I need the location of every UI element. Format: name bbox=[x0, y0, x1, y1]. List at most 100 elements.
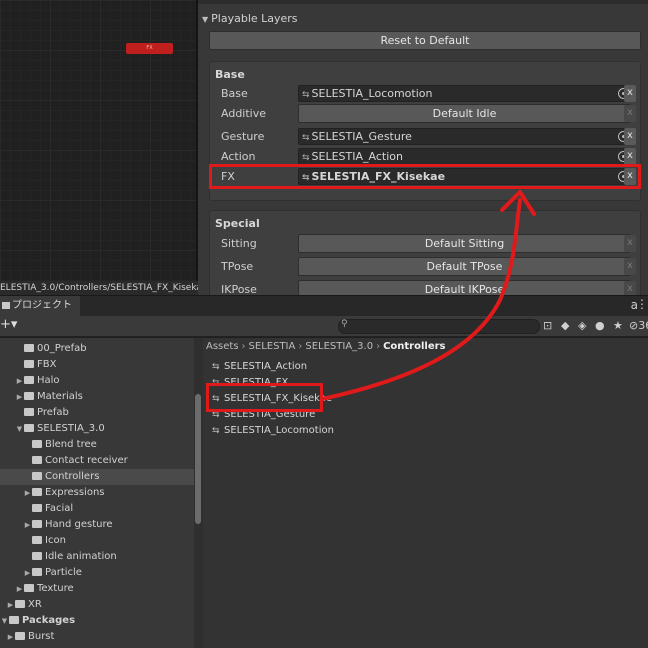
gesture-layer-value: SELESTIA_Gesture bbox=[311, 130, 412, 143]
tree-item-facial[interactable]: Facial bbox=[32, 501, 73, 517]
tag-icon[interactable]: ◈ bbox=[578, 319, 586, 332]
breadcrumb-controllers[interactable]: Controllers bbox=[383, 341, 445, 352]
tree-item-xr[interactable]: ▶ XR bbox=[6, 597, 42, 613]
tree-label: XR bbox=[28, 599, 42, 610]
warning-icon[interactable]: ● bbox=[595, 319, 605, 332]
expand-arrow-icon[interactable]: ▶ bbox=[23, 485, 32, 501]
sitting-default-button[interactable]: Default Sitting bbox=[298, 234, 631, 253]
tree-item-00-prefab[interactable]: 00_Prefab bbox=[24, 341, 87, 357]
project-toolbar: +▾ ⚲ ⊡ ◆ ◈ ● ★ ⊘36 bbox=[0, 316, 648, 337]
folder-icon bbox=[32, 552, 42, 560]
tree-item-selestia-3-0[interactable]: ▼ SELESTIA_3.0 bbox=[15, 421, 105, 437]
tree-item-controllers[interactable]: Controllers bbox=[0, 469, 194, 485]
tree-label: FBX bbox=[37, 359, 57, 370]
breadcrumb-selestia[interactable]: SELESTIA bbox=[249, 341, 296, 352]
tree-label: SELESTIA_3.0 bbox=[37, 423, 105, 434]
scrollbar-thumb[interactable] bbox=[195, 394, 201, 524]
tree-label: Packages bbox=[22, 615, 76, 626]
tree-item-hand-gesture[interactable]: ▶ Hand gesture bbox=[23, 517, 113, 533]
tree-item-idle-animation[interactable]: Idle animation bbox=[32, 549, 117, 565]
base-layer-clear-button[interactable]: x bbox=[624, 85, 636, 102]
breadcrumb-selestia-3-0[interactable]: SELESTIA_3.0 bbox=[305, 341, 373, 352]
asset-list-panel: Assets › SELESTIA › SELESTIA_3.0 › Controllers… bbox=[203, 338, 648, 648]
additive-layer-label: Additive bbox=[221, 107, 266, 120]
collapse-arrow-icon[interactable]: ▼ bbox=[0, 613, 9, 629]
action-layer-value: SELESTIA_Action bbox=[311, 150, 403, 163]
tree-label: Burst bbox=[28, 631, 55, 642]
expand-arrow-icon[interactable]: ▶ bbox=[15, 581, 24, 597]
foldout-triangle-icon[interactable]: ▼ bbox=[202, 15, 208, 24]
tree-item-halo[interactable]: ▶ Halo bbox=[15, 373, 60, 389]
folder-icon bbox=[32, 568, 42, 576]
folder-icon bbox=[24, 376, 34, 384]
asset-item-selestia-locomotion[interactable]: ⇆ SELESTIA_Locomotion bbox=[212, 423, 334, 439]
tree-label: Prefab bbox=[37, 407, 69, 418]
collapse-arrow-icon[interactable]: ▼ bbox=[15, 421, 24, 437]
favorite-star-icon[interactable]: ★ bbox=[613, 319, 623, 332]
base-layer-label: Base bbox=[221, 87, 248, 100]
tree-item-blend-tree[interactable]: Blend tree bbox=[32, 437, 97, 453]
more-options-icon[interactable]: ⋮ bbox=[636, 297, 648, 311]
breadcrumb-assets[interactable]: Assets bbox=[206, 341, 239, 352]
sitting-layer-clear-button[interactable]: x bbox=[624, 235, 636, 252]
action-layer-field[interactable]: ⇆ SELESTIA_Action bbox=[298, 148, 633, 165]
animator-graph[interactable]: FX bbox=[0, 0, 196, 281]
create-dropdown-button[interactable]: +▾ bbox=[0, 317, 17, 332]
action-layer-clear-button[interactable]: x bbox=[624, 148, 636, 165]
tree-item-fbx[interactable]: FBX bbox=[24, 357, 56, 373]
hidden-packages-toggle[interactable]: ⊘36 bbox=[629, 319, 648, 332]
project-tab-label: プロジェクト bbox=[12, 300, 72, 311]
tree-item-packages[interactable]: ▼ Packages bbox=[0, 613, 75, 629]
tree-label: Facial bbox=[45, 503, 74, 514]
tree-item-texture[interactable]: ▶ Texture bbox=[15, 581, 74, 597]
folder-icon bbox=[15, 632, 25, 640]
tpose-default-button[interactable]: Default TPose bbox=[298, 257, 631, 276]
gesture-layer-field[interactable]: ⇆ SELESTIA_Gesture bbox=[298, 128, 633, 145]
expand-arrow-icon[interactable]: ▶ bbox=[15, 373, 24, 389]
tree-item-contact-receiver[interactable]: Contact receiver bbox=[32, 453, 128, 469]
folder-icon bbox=[24, 408, 34, 416]
gesture-layer-label: Gesture bbox=[221, 130, 265, 143]
additive-default-button[interactable]: Default Idle bbox=[298, 104, 631, 123]
search-by-type-icon[interactable]: ⊡ bbox=[543, 319, 552, 332]
folder-tree-scrollbar[interactable] bbox=[194, 338, 203, 648]
tpose-layer-clear-button[interactable]: x bbox=[624, 258, 636, 275]
asset-item-selestia-action[interactable]: ⇆ SELESTIA_Action bbox=[212, 359, 307, 375]
tree-label: Texture bbox=[37, 583, 74, 594]
additive-layer-clear-button[interactable]: x bbox=[624, 105, 636, 122]
base-layer-value: SELESTIA_Locomotion bbox=[311, 87, 433, 100]
filter-by-label-icon[interactable]: ◆ bbox=[561, 319, 569, 332]
folder-icon bbox=[32, 536, 42, 544]
folder-icon bbox=[9, 616, 19, 624]
expand-arrow-icon[interactable]: ▶ bbox=[23, 565, 32, 581]
tree-label: Materials bbox=[37, 391, 83, 402]
search-input[interactable]: ⚲ bbox=[338, 319, 540, 334]
controller-icon: ⇆ bbox=[302, 153, 310, 163]
tree-label: Hand gesture bbox=[45, 519, 113, 530]
gesture-layer-clear-button[interactable]: x bbox=[624, 128, 636, 145]
folder-icon bbox=[32, 504, 42, 512]
reset-to-default-button[interactable]: Reset to Default bbox=[209, 31, 641, 50]
tree-item-materials[interactable]: ▶ Materials bbox=[15, 389, 83, 405]
tree-label: Icon bbox=[45, 535, 66, 546]
project-window-header: プロジェクト a ⋮ bbox=[0, 295, 648, 316]
tree-item-expressions[interactable]: ▶ Expressions bbox=[23, 485, 105, 501]
tree-label: Contact receiver bbox=[45, 455, 128, 466]
expand-arrow-icon[interactable]: ▶ bbox=[6, 597, 15, 613]
expand-arrow-icon[interactable]: ▶ bbox=[6, 629, 15, 645]
playable-layers-foldout[interactable]: ▼ Playable Layers bbox=[202, 12, 298, 25]
folder-icon bbox=[2, 301, 10, 309]
kisekae-asset-highlight-box bbox=[206, 383, 323, 412]
tree-label: Particle bbox=[45, 567, 82, 578]
tree-item-icon[interactable]: Icon bbox=[32, 533, 66, 549]
tree-item-burst[interactable]: ▶ Burst bbox=[6, 629, 55, 645]
base-layer-field[interactable]: ⇆ SELESTIA_Locomotion bbox=[298, 85, 633, 102]
expand-arrow-icon[interactable]: ▶ bbox=[15, 389, 24, 405]
project-tab[interactable]: プロジェクト bbox=[0, 296, 80, 316]
tree-item-particle[interactable]: ▶ Particle bbox=[23, 565, 82, 581]
animator-controller-icon: ⇆ bbox=[212, 426, 220, 436]
tree-item-prefab[interactable]: Prefab bbox=[24, 405, 69, 421]
state-node-fx[interactable]: FX bbox=[126, 43, 173, 54]
folder-tree: 00_Prefab FBX ▶ Halo ▶ Materials Prefab ▼ S… bbox=[0, 338, 194, 648]
expand-arrow-icon[interactable]: ▶ bbox=[23, 517, 32, 533]
